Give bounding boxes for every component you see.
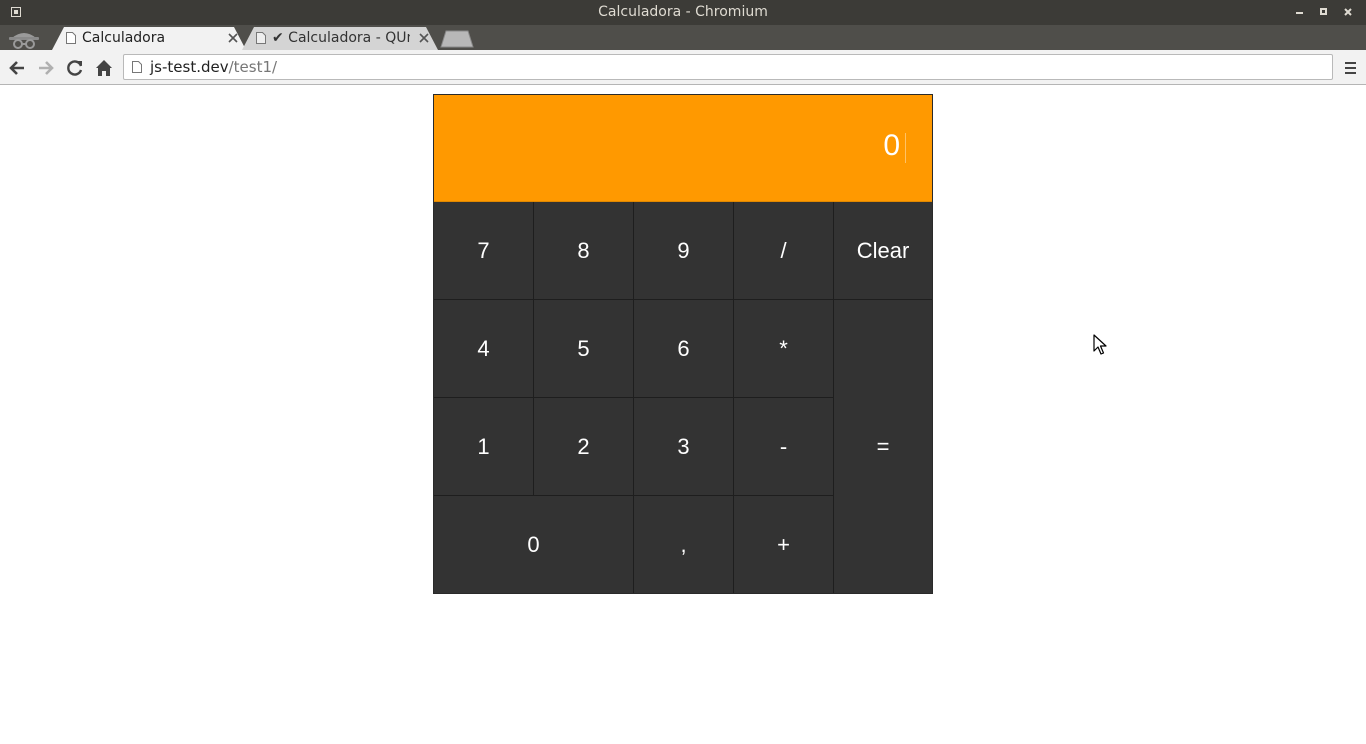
url-host: js-test.dev	[150, 58, 229, 76]
incognito-icon	[9, 33, 39, 49]
tab-calculadora-qunit[interactable]: ✔ Calculadora - QUnit	[242, 27, 438, 50]
browser-toolbar: js-test.dev/test1/	[0, 50, 1366, 85]
tab-strip: Calculadora ✔ Calculadora - QUnit	[0, 25, 1366, 50]
key-0[interactable]: 0	[434, 496, 634, 593]
key-divide[interactable]: /	[734, 202, 834, 300]
key-clear[interactable]: Clear	[834, 202, 932, 300]
key-1[interactable]: 1	[434, 398, 534, 496]
page-icon	[256, 32, 266, 44]
tab-calculadora[interactable]: Calculadora	[52, 27, 246, 50]
window-title: Calculadora - Chromium	[598, 4, 768, 20]
key-5[interactable]: 5	[534, 300, 634, 398]
key-equals[interactable]: =	[834, 300, 932, 593]
key-subtract[interactable]: -	[734, 398, 834, 496]
new-tab-button[interactable]	[440, 30, 474, 48]
key-2[interactable]: 2	[534, 398, 634, 496]
close-window-icon[interactable]	[1340, 4, 1356, 20]
key-4[interactable]: 4	[434, 300, 534, 398]
reload-icon[interactable]	[64, 57, 86, 79]
calculator-display[interactable]: 0	[434, 95, 932, 202]
key-9[interactable]: 9	[634, 202, 734, 300]
key-7[interactable]: 7	[434, 202, 534, 300]
key-6[interactable]: 6	[634, 300, 734, 398]
forward-icon[interactable]	[35, 57, 57, 79]
tab-title: Calculadora	[82, 30, 166, 46]
close-tab-icon[interactable]	[419, 33, 429, 43]
calculator: 0 7 8 9 / Clear 4 5 6 * 1 2 3 - 0 , + =	[433, 94, 933, 594]
key-3[interactable]: 3	[634, 398, 734, 496]
maximize-icon[interactable]	[1316, 4, 1332, 20]
display-value: 0	[883, 129, 900, 162]
text-caret	[905, 133, 906, 163]
url-path: /test1/	[228, 58, 278, 76]
key-multiply[interactable]: *	[734, 300, 834, 398]
close-tab-icon[interactable]	[228, 33, 238, 43]
menu-icon[interactable]	[1340, 58, 1360, 78]
back-icon[interactable]	[6, 57, 28, 79]
key-comma[interactable]: ,	[634, 496, 734, 593]
url-text: js-test.dev/test1/	[150, 58, 277, 76]
home-icon[interactable]	[93, 57, 115, 79]
window-title-bar: Calculadora - Chromium	[0, 0, 1366, 25]
minimize-icon[interactable]	[1292, 4, 1308, 20]
address-bar[interactable]: js-test.dev/test1/	[123, 54, 1333, 80]
page-icon	[132, 61, 142, 73]
key-add[interactable]: +	[734, 496, 834, 593]
mouse-pointer-icon	[1093, 334, 1107, 355]
key-8[interactable]: 8	[534, 202, 634, 300]
tab-title: ✔ Calculadora - QUnit	[272, 30, 410, 46]
page-icon	[66, 32, 76, 44]
